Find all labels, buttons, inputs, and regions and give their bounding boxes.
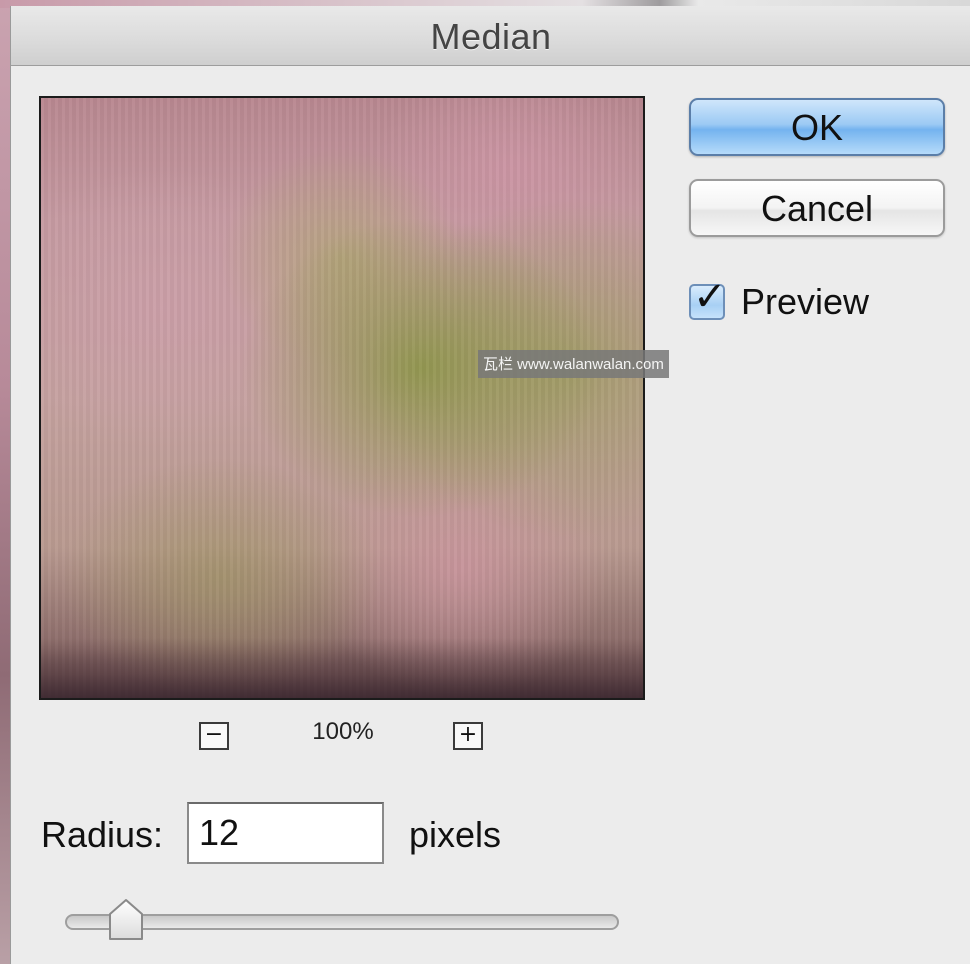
screen: Median 瓦栏 www.walanwalan.com − 100% + OK… [0,0,970,964]
zoom-in-button[interactable]: + [453,722,483,750]
radius-slider-track[interactable] [65,914,619,930]
checkmark-icon: ✓ [693,274,727,320]
watermark: 瓦栏 www.walanwalan.com [478,350,669,378]
cancel-button[interactable]: Cancel [689,179,945,237]
filter-preview-image[interactable] [39,96,645,700]
dialog-title: Median [430,16,552,57]
radius-label: Radius: [41,814,164,855]
title-bar[interactable]: Median [11,6,970,66]
radius-slider-thumb[interactable] [107,898,145,942]
ok-button[interactable]: OK [689,98,945,156]
median-dialog: Median 瓦栏 www.walanwalan.com − 100% + OK… [10,6,970,964]
preview-checkbox-row[interactable]: ✓ Preview [689,274,870,325]
preview-texture [41,98,643,698]
plus-icon: + [458,722,478,747]
zoom-level: 100% [312,718,374,745]
radius-unit-label: pixels [409,814,502,855]
preview-label: Preview [741,281,870,322]
radius-input[interactable] [187,802,384,864]
zoom-out-button[interactable]: − [199,722,229,750]
minus-icon: − [204,722,224,747]
desktop-background [0,0,10,964]
preview-checkbox[interactable]: ✓ [689,274,727,320]
